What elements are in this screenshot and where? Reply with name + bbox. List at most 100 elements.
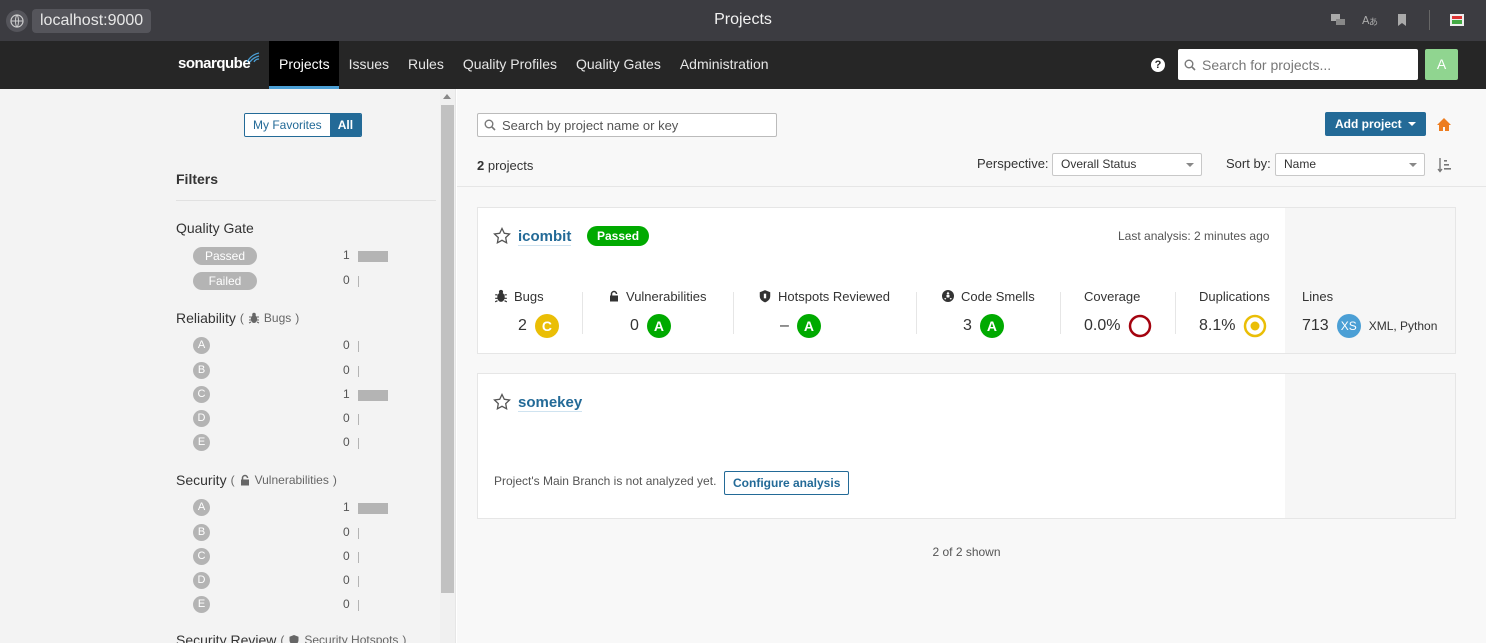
chat-icon[interactable] xyxy=(1329,11,1347,29)
rating-badge: A xyxy=(646,314,671,338)
metric-code-smells[interactable]: Code Smells 3 A xyxy=(941,288,1035,338)
metric-label: Lines xyxy=(1302,288,1334,304)
facet-subtitle: Vulnerabilities xyxy=(254,473,329,487)
facet-row-failed[interactable]: Failed 0 xyxy=(193,272,393,290)
metric-label: Duplications xyxy=(1199,288,1270,304)
facet-option-label: Passed xyxy=(193,247,257,265)
metric-hotspots-reviewed[interactable]: Hotspots Reviewed – A xyxy=(758,288,890,338)
facet-count: 0 xyxy=(343,435,350,449)
global-search-input[interactable] xyxy=(1202,56,1402,73)
card-side-panel xyxy=(1285,374,1455,518)
sidebar-scrollbar[interactable] xyxy=(440,89,455,643)
perspective-select[interactable]: Overall Status xyxy=(1052,153,1202,176)
rating-option: B xyxy=(193,362,210,379)
sortby-select[interactable]: Name xyxy=(1275,153,1425,176)
sonar-wave-icon xyxy=(246,52,260,63)
rating-option: C xyxy=(193,548,210,565)
facet-row-reliability-e[interactable]: E 0 xyxy=(193,434,393,452)
facet-count: 0 xyxy=(343,525,350,539)
facet-count: 0 xyxy=(343,573,350,587)
nav-rules[interactable]: Rules xyxy=(398,41,453,89)
nav-administration[interactable]: Administration xyxy=(670,41,778,89)
scroll-up-arrow[interactable] xyxy=(443,94,451,99)
facet-row-security-d[interactable]: D 0 xyxy=(193,572,393,590)
shield-icon xyxy=(289,635,299,643)
sortby-label: Sort by: xyxy=(1226,156,1271,171)
favorite-star-icon[interactable] xyxy=(493,227,511,245)
facet-row-reliability-c[interactable]: C 1 xyxy=(193,386,393,404)
help-icon[interactable]: ? xyxy=(1151,58,1165,72)
my-favorites-button[interactable]: My Favorites xyxy=(245,114,330,136)
sort-direction-icon[interactable] xyxy=(1437,157,1453,173)
project-search[interactable] xyxy=(477,113,777,137)
configure-analysis-button[interactable]: Configure analysis xyxy=(724,471,850,495)
nav-projects[interactable]: Projects xyxy=(269,41,339,89)
duplications-icon xyxy=(1244,314,1267,338)
all-button[interactable]: All xyxy=(329,114,362,136)
bookmark-icon[interactable] xyxy=(1393,11,1411,29)
favorite-star-icon[interactable] xyxy=(493,393,511,411)
facet-count: 0 xyxy=(343,338,350,352)
facet-row-reliability-d[interactable]: D 0 xyxy=(193,410,393,428)
facet-row-reliability-b[interactable]: B 0 xyxy=(193,362,393,380)
facet-bar xyxy=(358,600,359,611)
facet-security-review-title[interactable]: Security Review ( Security Hotspots ) xyxy=(176,632,406,643)
facet-count: 0 xyxy=(343,411,350,425)
scrollbar-thumb[interactable] xyxy=(441,105,454,593)
facet-title-text: Security Review xyxy=(176,632,277,643)
search-icon xyxy=(1184,59,1196,71)
nav-quality-profiles[interactable]: Quality Profiles xyxy=(453,41,566,89)
metric-duplications[interactable]: Duplications 8.1% xyxy=(1199,288,1270,338)
metric-coverage[interactable]: Coverage 0.0% xyxy=(1084,288,1152,338)
chevron-down-icon xyxy=(1407,122,1416,126)
facet-row-security-a[interactable]: A 1 xyxy=(193,499,393,517)
svg-text:あ: あ xyxy=(1369,17,1378,27)
facet-bar xyxy=(358,576,359,587)
filters-title: Filters xyxy=(176,171,219,187)
global-search[interactable] xyxy=(1178,49,1418,80)
favorites-toggle: My Favorites All xyxy=(244,113,363,137)
facet-bar xyxy=(358,276,359,287)
facet-row-passed[interactable]: Passed 1 xyxy=(193,247,393,265)
metric-vulnerabilities[interactable]: Vulnerabilities 0 A xyxy=(608,288,707,338)
home-icon[interactable] xyxy=(1436,117,1452,132)
project-card: icombit Passed Last analysis: 2 minutes … xyxy=(477,207,1456,354)
rating-option: A xyxy=(193,337,210,354)
project-count-label: projects xyxy=(487,158,534,173)
project-name-link[interactable]: somekey xyxy=(518,394,583,412)
perspective-label: Perspective: xyxy=(977,156,1049,171)
lock-icon xyxy=(610,290,618,302)
facet-count: 1 xyxy=(343,387,350,401)
metric-value: 8.1% xyxy=(1199,317,1236,334)
rating-option: D xyxy=(193,410,210,427)
facet-bar xyxy=(358,390,388,401)
facet-row-security-b[interactable]: B 0 xyxy=(193,524,393,542)
quality-gate-badge: Passed xyxy=(587,226,650,246)
facet-security-title[interactable]: Security ( Vulnerabilities ) xyxy=(176,472,337,488)
nav-quality-gates[interactable]: Quality Gates xyxy=(566,41,670,89)
nav-issues[interactable]: Issues xyxy=(339,41,398,89)
logo-text: sonarqube xyxy=(178,55,251,72)
project-search-input[interactable] xyxy=(502,117,762,133)
facet-row-reliability-a[interactable]: A 0 xyxy=(193,337,393,355)
facet-quality-gate-title[interactable]: Quality Gate xyxy=(176,220,254,236)
facet-bar xyxy=(358,528,359,539)
extension-icon[interactable] xyxy=(1448,11,1466,29)
facet-row-security-c[interactable]: C 0 xyxy=(193,548,393,566)
metric-label: Code Smells xyxy=(961,288,1035,304)
sonarqube-logo[interactable]: sonarqube xyxy=(178,52,260,72)
add-project-button[interactable]: Add project xyxy=(1325,112,1426,136)
divider xyxy=(916,292,917,334)
facet-reliability-title[interactable]: Reliability ( Bugs ) xyxy=(176,310,299,326)
avatar[interactable]: A xyxy=(1425,49,1458,80)
divider xyxy=(1175,292,1176,334)
facet-row-security-e[interactable]: E 0 xyxy=(193,596,393,614)
metric-value: 713 xyxy=(1302,317,1329,334)
not-analyzed-message: Project's Main Branch is not analyzed ye… xyxy=(494,474,717,488)
project-name-link[interactable]: icombit xyxy=(518,228,572,246)
translate-icon[interactable]: Aあ xyxy=(1361,11,1379,29)
metric-bugs[interactable]: Bugs 2 C xyxy=(494,288,559,338)
facet-count: 0 xyxy=(343,549,350,563)
metric-label: Vulnerabilities xyxy=(626,288,707,304)
metric-lines[interactable]: Lines 713 XS XML, Python xyxy=(1302,288,1437,338)
